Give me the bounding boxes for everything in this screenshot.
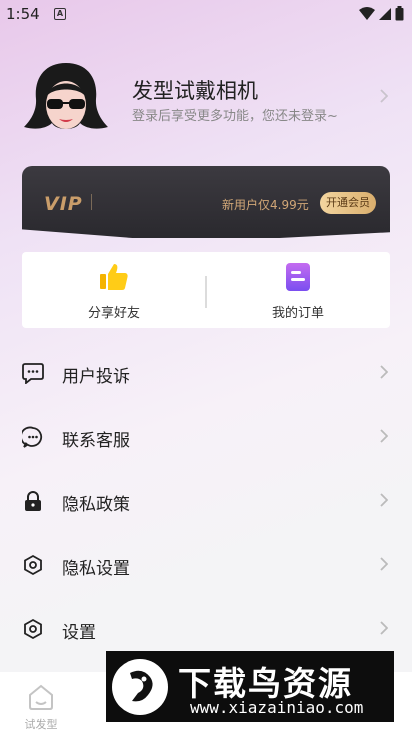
vip-divider [91,194,92,210]
tab-try-hairstyle[interactable]: 试发型 [18,680,64,731]
my-orders-button[interactable]: 我的订单 [206,252,390,328]
quick-actions-card: 分享好友 我的订单 [22,252,390,328]
menu-label: 设置 [62,623,96,643]
vip-banner[interactable]: VIP 新用户仅4.99元 开通会员 [22,166,390,238]
profile-header[interactable]: 发型试戴相机 登录后享受更多功能，您还未登录~ [0,55,412,145]
vip-price-text: 新用户仅4.99元 [222,198,309,212]
avatar-icon[interactable] [24,61,108,139]
chevron-right-icon [380,365,388,379]
login-hint[interactable]: 登录后享受更多功能，您还未登录~ [132,105,338,124]
wifi-icon [359,6,375,20]
menu-label: 隐私设置 [62,559,130,579]
status-bar: 1:54 A [0,0,412,28]
share-friends-label: 分享好友 [87,306,140,321]
chevron-right-icon [380,493,388,507]
menu-item-user-complaint[interactable]: 用户投诉 [0,350,412,394]
watermark-banner: 下载鸟资源 www.xiazainiao.com [106,651,394,722]
chat-icon [22,426,43,448]
order-icon [286,263,310,291]
chevron-right-icon [380,89,388,103]
chevron-right-icon [380,557,388,571]
lock-icon [25,491,41,511]
signal-icon [379,7,391,20]
battery-icon [395,6,404,21]
app-title: 发型试戴相机 [132,79,258,103]
menu-item-customer-service[interactable]: 联系客服 [0,414,412,458]
share-friends-button[interactable]: 分享好友 [22,252,206,328]
message-icon [22,363,44,384]
bird-logo-icon [112,659,168,715]
status-time: 1:54 [6,5,40,23]
tab-label: 试发型 [24,718,58,731]
chevron-right-icon [380,429,388,443]
my-orders-label: 我的订单 [271,306,324,321]
home-icon [29,684,53,710]
menu-item-privacy-policy[interactable]: 隐私政策 [0,478,412,522]
settings-icon [24,618,42,640]
chevron-right-icon [380,621,388,635]
menu-label: 联系客服 [62,431,130,451]
sim-icon: A [54,8,66,20]
watermark-url: www.xiazainiao.com [190,698,364,717]
settings-icon [24,554,42,576]
vip-logo: VIP [44,193,83,215]
thumbs-up-icon [100,264,128,290]
menu-label: 隐私政策 [62,495,130,515]
menu-item-privacy-settings[interactable]: 隐私设置 [0,542,412,586]
menu-item-settings[interactable]: 设置 [0,606,412,650]
menu-label: 用户投诉 [62,367,130,387]
open-membership-button[interactable]: 开通会员 [320,192,376,214]
status-indicators [359,6,404,21]
